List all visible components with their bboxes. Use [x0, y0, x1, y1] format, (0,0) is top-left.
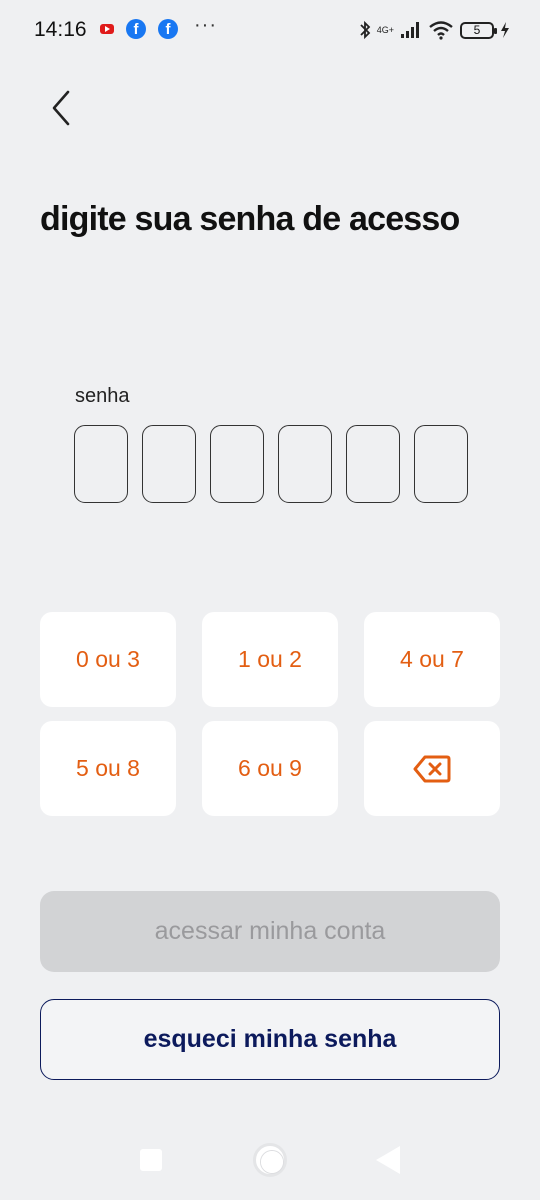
- pin-digit-box[interactable]: [278, 425, 332, 503]
- more-notifications-icon: ···: [194, 14, 217, 36]
- access-account-button[interactable]: acessar minha conta: [40, 891, 500, 972]
- battery-level: 5: [473, 22, 481, 37]
- forgot-password-button[interactable]: esqueci minha senha: [40, 999, 500, 1080]
- page-title: digite sua senha de acesso: [40, 200, 460, 238]
- battery-icon: 5: [460, 21, 497, 39]
- youtube-icon: [100, 24, 114, 34]
- pin-digit-box[interactable]: [210, 425, 264, 503]
- pin-input[interactable]: [74, 425, 468, 503]
- status-icons: 4G+ 5: [359, 16, 510, 44]
- key-5-or-8[interactable]: 5 ou 8: [40, 721, 176, 816]
- pin-digit-box[interactable]: [346, 425, 400, 503]
- key-1-or-2[interactable]: 1 ou 2: [202, 612, 338, 707]
- backspace-icon: [413, 755, 451, 782]
- signal-icon: [401, 22, 419, 38]
- keypad: 0 ou 3 1 ou 2 4 ou 7 5 ou 8 6 ou 9: [40, 612, 500, 816]
- network-type: 4G+: [376, 24, 394, 35]
- key-6-or-9[interactable]: 6 ou 9: [202, 721, 338, 816]
- backspace-button[interactable]: [364, 721, 500, 816]
- facebook-icon: f: [158, 19, 178, 39]
- status-time: 14:16: [34, 18, 87, 41]
- wifi-icon: [429, 21, 453, 40]
- pin-digit-box[interactable]: [74, 425, 128, 503]
- pin-digit-box[interactable]: [414, 425, 468, 503]
- system-nav-bar: [0, 1130, 540, 1190]
- back-triangle-icon[interactable]: [376, 1146, 400, 1174]
- key-4-or-7[interactable]: 4 ou 7: [364, 612, 500, 707]
- pin-label: senha: [75, 385, 130, 407]
- status-bar: 14:16 f f ··· 4G+ 5: [0, 0, 540, 60]
- chevron-left-icon: [52, 90, 70, 126]
- bluetooth-icon: [360, 20, 371, 40]
- back-button[interactable]: [44, 86, 84, 130]
- home-icon[interactable]: [253, 1143, 287, 1177]
- pin-digit-box[interactable]: [142, 425, 196, 503]
- facebook-icon: f: [126, 19, 146, 39]
- recent-apps-icon[interactable]: [140, 1149, 162, 1171]
- key-0-or-3[interactable]: 0 ou 3: [40, 612, 176, 707]
- charging-icon: [501, 22, 509, 38]
